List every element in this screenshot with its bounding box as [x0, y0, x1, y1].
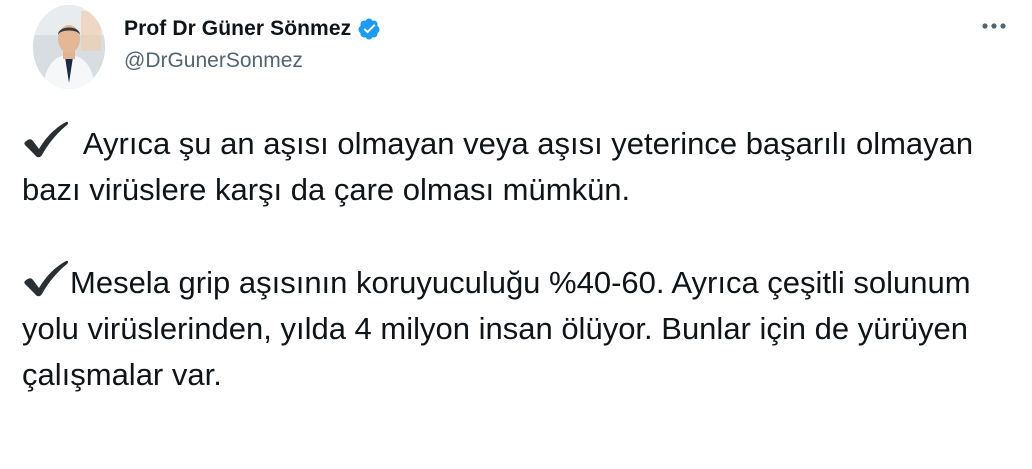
verified-badge-icon — [357, 17, 381, 41]
tweet-paragraph: Ayrıca şu an aşısı olmayan veya aşısı ye… — [22, 120, 1022, 213]
tweet-text: Ayrıca şu an aşısı olmayan veya aşısı ye… — [22, 120, 1022, 398]
tweet-paragraph-text: Ayrıca şu an aşısı olmayan veya aşısı ye… — [22, 126, 974, 207]
check-mark-icon — [22, 259, 70, 297]
tweet-paragraph-text: Mesela grip aşısının koruyuculuğu %40-60… — [22, 265, 971, 392]
tweet-paragraph: Mesela grip aşısının koruyuculuğu %40-60… — [22, 259, 1022, 398]
tweet-card: Prof Dr Güner Sönmez @DrGunerSonmez Ayrı… — [0, 0, 1032, 469]
check-mark-icon — [22, 120, 70, 158]
profile-photo-icon — [33, 5, 105, 89]
author-name-row[interactable]: Prof Dr Güner Sönmez — [124, 14, 381, 44]
more-options-button[interactable] — [976, 10, 1012, 42]
avatar[interactable] — [33, 5, 105, 89]
author-handle[interactable]: @DrGunerSonmez — [124, 49, 303, 73]
more-options-icon — [982, 23, 1006, 29]
author-display-name[interactable]: Prof Dr Güner Sönmez — [124, 17, 351, 41]
